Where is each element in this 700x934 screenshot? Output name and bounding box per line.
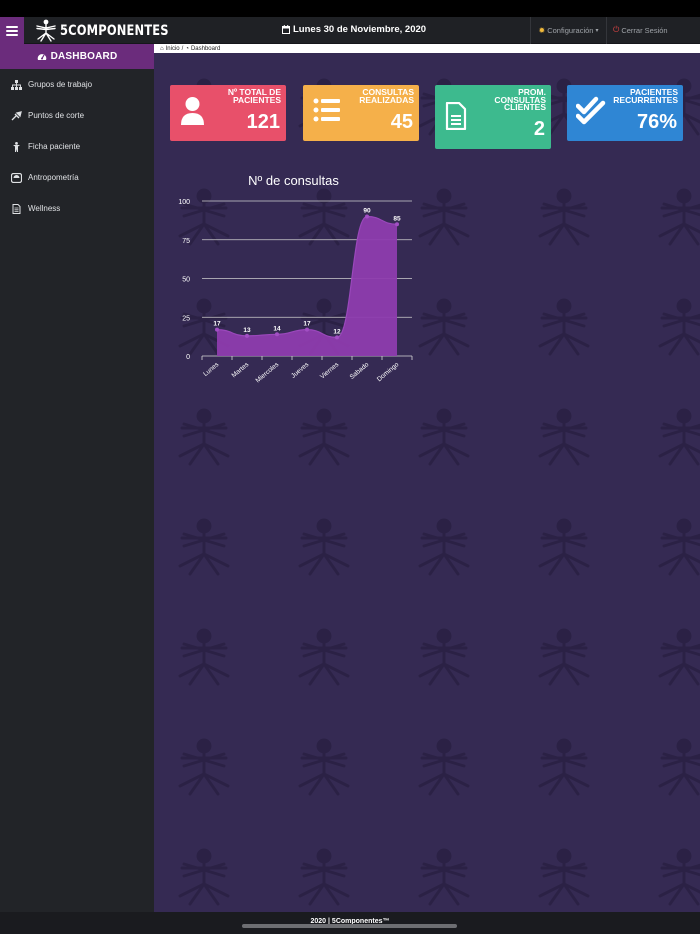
y-tick-label: 0: [186, 354, 190, 361]
x-tick-label: Viernes: [319, 361, 341, 381]
data-label: 12: [333, 328, 341, 335]
data-point: [335, 335, 339, 340]
y-tick-label: 75: [182, 238, 190, 245]
sidebar-item-wellness[interactable]: Wellness: [0, 193, 154, 224]
logout-link[interactable]: ⏻ Cerrar Sesión: [613, 25, 668, 35]
data-label: 17: [213, 321, 221, 328]
data-label: 14: [273, 325, 281, 332]
gear-icon: ✹: [538, 26, 546, 35]
sidebar-item-antropometria[interactable]: Antropometría: [0, 162, 154, 193]
data-point: [215, 327, 219, 332]
sidebar-item-label: Wellness: [28, 204, 61, 213]
series-area: [217, 216, 397, 356]
dashboard-gauge-icon: ◔: [185, 45, 189, 52]
x-tick-label: Domingo: [376, 361, 401, 383]
card-consultas-realizadas[interactable]: CONSULTAS REALIZADAS 45: [303, 85, 419, 141]
x-tick-label: Jueves: [290, 361, 311, 380]
hamburger-icon: [6, 25, 18, 36]
x-tick-label: Martes: [231, 361, 251, 380]
document-icon: [12, 203, 21, 214]
config-label: Configuración: [547, 26, 594, 35]
breadcrumb-home[interactable]: Inicio: [166, 46, 180, 52]
data-label: 90: [363, 208, 371, 215]
consultas-chart: Nº de consultas 0 25 50 75 100 17 13 14 17 12 90 85…: [166, 169, 421, 399]
card-value: 45: [390, 111, 413, 133]
data-label: 17: [303, 321, 311, 328]
status-bar: [0, 0, 700, 17]
home-indicator[interactable]: [242, 924, 457, 928]
date-text: Lunes 30 de Noviembre, 2020: [293, 24, 427, 35]
card-label: PACIENTES RECURRENTES: [613, 87, 678, 105]
brand-logo[interactable]: 5COMPONENTES: [36, 19, 193, 42]
needle-icon: [11, 110, 22, 120]
sidebar-title: DASHBOARD: [50, 51, 118, 62]
person-icon: [13, 141, 20, 152]
card-label: PROM. CONSULTAS CLIENTES: [494, 87, 546, 112]
caret-down-icon: ▾: [595, 28, 599, 34]
y-tick-label: 100: [178, 199, 190, 206]
dashboard-gauge-icon: [37, 54, 46, 60]
y-tick-label: 25: [182, 315, 190, 322]
footer: 2020 | 5Componentes™: [0, 912, 700, 934]
x-tick-label: Lunes: [202, 361, 221, 378]
scale-icon: [11, 172, 22, 183]
y-tick-label: 50: [182, 277, 190, 284]
menu-toggle-button[interactable]: [0, 17, 24, 44]
breadcrumb: ⌂ Inicio / ◔ Dashboard: [154, 44, 700, 53]
data-point: [245, 333, 249, 338]
card-value: 121: [246, 111, 280, 133]
config-dropdown[interactable]: ✹ Configuración ▾: [530, 17, 607, 44]
calendar-icon: [282, 25, 290, 34]
file-icon: [445, 102, 467, 130]
card-label: Nº TOTAL DE PACIENTES: [227, 87, 281, 105]
x-tick-label: Miercoles: [254, 361, 280, 385]
data-label: 13: [243, 327, 251, 334]
card-value: 76%: [636, 111, 677, 133]
current-date: Lunes 30 de Noviembre, 2020: [282, 24, 426, 35]
sidebar-item-label: Ficha paciente: [28, 142, 81, 151]
main-content: ⌂ Inicio / ◔ Dashboard Nº TOTAL DE PACIE…: [154, 44, 700, 912]
breadcrumb-separator: /: [181, 45, 184, 52]
vitruvian-man-icon: [36, 19, 56, 42]
card-label: CONSULTAS REALIZADAS: [359, 87, 414, 105]
card-total-pacientes[interactable]: Nº TOTAL DE PACIENTES 121: [170, 85, 286, 141]
card-value: 2: [533, 118, 545, 140]
data-point: [275, 332, 279, 337]
sidebar: DASHBOARD Grupos de trabajo Puntos de co…: [0, 44, 154, 912]
breadcrumb-current: Dashboard: [190, 45, 221, 52]
sidebar-dashboard-link[interactable]: DASHBOARD: [0, 44, 154, 69]
sidebar-item-label: Grupos de trabajo: [28, 80, 93, 89]
sitemap-icon: [11, 79, 22, 90]
data-point: [395, 222, 399, 227]
home-icon: ⌂: [160, 45, 164, 52]
sidebar-item-ficha[interactable]: Ficha paciente: [0, 131, 154, 162]
brand-name: 5COMPONENTES: [60, 22, 169, 39]
data-point: [365, 214, 369, 219]
sidebar-item-label: Antropometría: [28, 173, 79, 182]
data-point: [305, 327, 309, 332]
top-navbar: 5COMPONENTES Lunes 30 de Noviembre, 2020…: [0, 17, 700, 44]
sidebar-item-grupos[interactable]: Grupos de trabajo: [0, 69, 154, 100]
power-icon: ⏻: [613, 25, 620, 34]
sidebar-item-puntos[interactable]: Puntos de corte: [0, 100, 154, 131]
x-tick-label: Sabado: [349, 361, 371, 381]
card-pacientes-recurrentes[interactable]: PACIENTES RECURRENTES 76%: [567, 85, 683, 141]
chart-plot: 0 25 50 75 100 17 13 14 17 12 90 85 Lunes Martes Mierc…: [178, 199, 413, 385]
card-prom-consultas[interactable]: PROM. CONSULTAS CLIENTES 2: [435, 85, 551, 149]
sidebar-item-label: Puntos de corte: [28, 111, 85, 120]
data-label: 85: [393, 215, 401, 222]
logout-label: Cerrar Sesión: [621, 25, 668, 35]
